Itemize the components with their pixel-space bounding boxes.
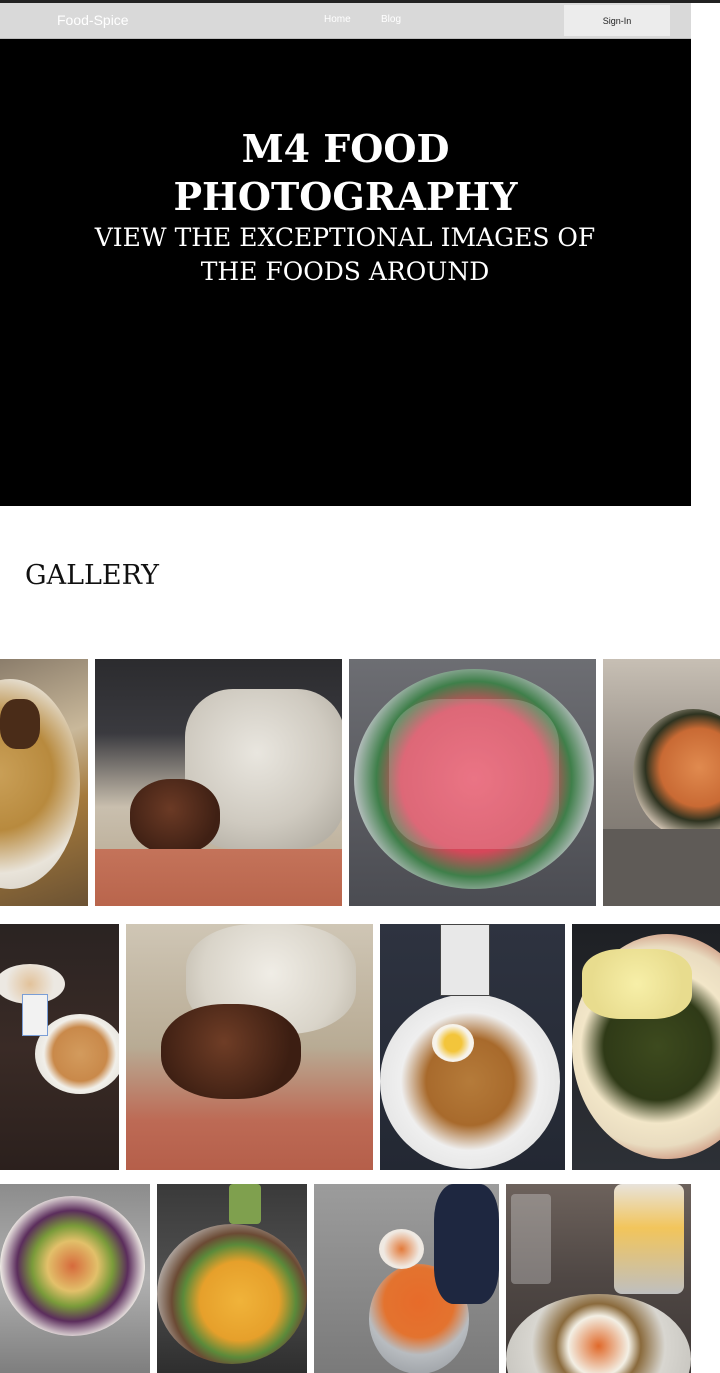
gallery-heading: GALLERY	[25, 560, 159, 591]
hero-subtitle-line-2: THE FOODS AROUND	[200, 257, 490, 286]
hero-subtitle-line-1: VIEW THE EXCEPTIONAL IMAGES OF	[94, 223, 596, 252]
gallery-photo-spaghetti-with-egg[interactable]	[380, 924, 565, 1170]
gallery-photo-bread-and-drinks[interactable]	[0, 924, 119, 1170]
nav-link-home[interactable]: Home	[324, 14, 351, 25]
hero-banner: M4 FOOD PHOTOGRAPHY VIEW THE EXCEPTIONAL…	[0, 39, 691, 506]
gallery-photo-jollof-pots[interactable]	[314, 1184, 499, 1373]
hero-title: M4 FOOD PHOTOGRAPHY	[0, 125, 691, 221]
gallery-photo-fried-meat-with-pepper-sauce[interactable]	[126, 924, 373, 1170]
gallery-photo-plated-fish-dish[interactable]	[603, 659, 720, 906]
gallery-photo-swallow-with-fried-meat[interactable]	[95, 659, 342, 906]
gallery-photo-rice-and-grilled-meat[interactable]	[0, 659, 88, 906]
gallery-photo-fries-and-carrot-plate[interactable]	[506, 1184, 691, 1373]
gallery-photo-fries-and-grilled-meat[interactable]	[157, 1184, 307, 1373]
gallery-photo-watermelon-slices[interactable]	[349, 659, 596, 906]
gallery-photo-yam-with-vegetable-sauce[interactable]	[572, 924, 720, 1170]
nav-link-blog[interactable]: Blog	[381, 14, 401, 25]
hero-title-line-1: M4 FOOD	[241, 126, 450, 171]
hero-subtitle: VIEW THE EXCEPTIONAL IMAGES OF THE FOODS…	[85, 221, 605, 289]
brand-logo[interactable]: Food-Spice	[57, 12, 129, 28]
navbar: Food-Spice Home Blog Sign-In	[0, 3, 691, 39]
hero-title-line-2: PHOTOGRAPHY	[173, 174, 518, 219]
sign-in-button[interactable]: Sign-In	[564, 5, 670, 36]
gallery-photo-mixed-salad-platter[interactable]	[0, 1184, 150, 1373]
